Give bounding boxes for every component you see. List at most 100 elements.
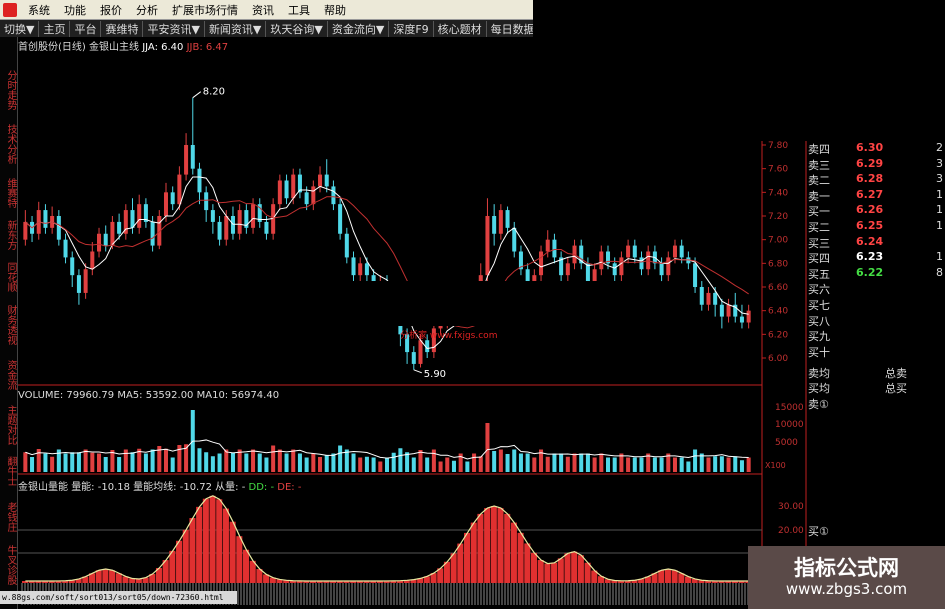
- candle-body: [713, 292, 718, 305]
- candle-body: [639, 257, 644, 270]
- volume-bar: [518, 453, 523, 472]
- candle-body: [217, 221, 222, 240]
- volume-bar: [210, 456, 215, 472]
- sell-circle-label: 卖①: [808, 398, 829, 411]
- candle-body: [224, 216, 229, 240]
- volume-bar: [425, 457, 430, 472]
- orderbook-row[interactable]: 卖二 6.28 3: [808, 172, 945, 188]
- volume-ma10: MA10: 56974.40: [196, 390, 280, 401]
- orderbook-row[interactable]: 买一 6.26 1: [808, 203, 945, 219]
- orderbook-price: 6.22: [856, 265, 884, 279]
- candle-body: [672, 245, 677, 258]
- candle-body: [719, 304, 724, 317]
- candle-body: [23, 221, 28, 240]
- candle-body: [63, 239, 68, 258]
- energy-bar: [182, 529, 189, 583]
- volume-bar: [659, 457, 664, 472]
- orderbook-row[interactable]: 卖四 6.30 2: [808, 141, 945, 157]
- candle-body: [83, 269, 88, 293]
- orderbook-price: 6.29: [856, 156, 884, 170]
- orderbook-row[interactable]: 卖三 6.29 3: [808, 157, 945, 173]
- candle-body: [251, 204, 256, 228]
- volume-bar: [76, 452, 81, 472]
- jjb-value: JJB: 6.47: [186, 42, 229, 53]
- volume-bar: [150, 449, 155, 472]
- candle-body: [130, 210, 135, 228]
- volume-bar: [572, 453, 577, 472]
- candle-body: [726, 304, 731, 317]
- price-tick-label: 7.40: [768, 188, 788, 198]
- energy-bar: [176, 540, 183, 583]
- volume-bar: [30, 457, 35, 472]
- volume-bar: [130, 452, 135, 472]
- candle-body: [43, 210, 48, 228]
- volume-bar: [197, 448, 202, 472]
- orderbook-row[interactable]: 买八: [808, 313, 945, 329]
- volume-bar: [97, 453, 102, 472]
- indicator-name: 金银山主线: [89, 42, 139, 53]
- orderbook-volume: 1: [936, 187, 943, 201]
- main-chart-header: 首创股份(日线) 金银山主线 JJA: 6.40 JJB: 6.47: [18, 38, 228, 53]
- volume-bar: [733, 456, 738, 472]
- orderbook-level-label: 买三: [808, 236, 830, 250]
- y-axis: 7.80 7.60 7.40 7.20 7.00 6.80 6.60 6.40 6.20 6.00…: [762, 141, 804, 536]
- brand-site: www.zbgs3.com: [785, 580, 908, 598]
- energy-bar: [504, 513, 511, 583]
- candle-body: [97, 233, 102, 252]
- volume-bar: [63, 453, 68, 472]
- candle-body: [304, 192, 309, 205]
- volume-bar: [338, 445, 343, 472]
- volume-bar: [244, 453, 249, 472]
- orderbook-row[interactable]: 买九: [808, 328, 945, 344]
- orderbook-volume: 2: [936, 141, 943, 154]
- url-bar[interactable]: w.88gs.com/soft/sort013/sort05/down-7236…: [0, 591, 237, 604]
- orderbook-row[interactable]: 买七: [808, 297, 945, 313]
- energy-bar: [169, 550, 176, 583]
- orderbook-row[interactable]: 买六: [808, 281, 945, 297]
- energy-bar: [222, 508, 229, 583]
- orderbook-price: 6.26: [856, 203, 884, 217]
- volume-bar: [599, 453, 604, 472]
- chart-grid: [18, 141, 807, 609]
- energy-bar: [470, 522, 477, 583]
- orderbook-row[interactable]: 买十: [808, 344, 945, 360]
- volume-bar: [117, 457, 122, 472]
- energy-bar: [450, 553, 457, 583]
- candle-body: [485, 216, 490, 276]
- energy-from: 从量: -: [215, 482, 246, 493]
- volume-bar: [391, 452, 396, 472]
- volume-bar: [277, 449, 282, 472]
- orderbook-row[interactable]: 买四 6.23 1: [808, 250, 945, 266]
- volume-bar: [43, 453, 48, 472]
- orderbook-volume: 8: [936, 265, 943, 279]
- energy-bar: [671, 570, 678, 583]
- volume-bar: [224, 449, 229, 472]
- orderbook-volume: 1: [936, 250, 943, 264]
- orderbook-level-label: 卖三: [808, 158, 830, 172]
- orderbook-volume: 3: [936, 156, 943, 170]
- volume-bar: [706, 457, 711, 472]
- orderbook-row[interactable]: 卖一 6.27 1: [808, 188, 945, 204]
- volume-bar: [565, 456, 570, 472]
- energy-bar: [497, 508, 504, 583]
- orderbook-price: 6.25: [856, 219, 884, 232]
- orderbook-row[interactable]: 买三 6.24: [808, 235, 945, 251]
- volume-bar: [632, 457, 637, 472]
- orderbook-row[interactable]: 买五 6.22 8: [808, 266, 945, 282]
- energy-avg: 量能均线: -10.72: [133, 482, 212, 493]
- orderbook-row[interactable]: 买二 6.25 1: [808, 219, 945, 235]
- energy-bar: [457, 543, 464, 583]
- buy-avg-label: 买均: [808, 382, 830, 395]
- volume-bar: [585, 453, 590, 472]
- volume-bar: [612, 457, 617, 472]
- volume-unit-label: X100: [765, 461, 786, 470]
- volume-bar: [532, 457, 537, 472]
- volume-bar: [217, 453, 222, 472]
- energy-bar: [537, 560, 544, 583]
- energy-bar: [109, 570, 116, 583]
- energy-bar: [216, 499, 223, 583]
- volume-bar: [438, 461, 443, 472]
- volume-bar: [639, 457, 644, 472]
- candle-body: [612, 263, 617, 276]
- volume-bar: [411, 457, 416, 472]
